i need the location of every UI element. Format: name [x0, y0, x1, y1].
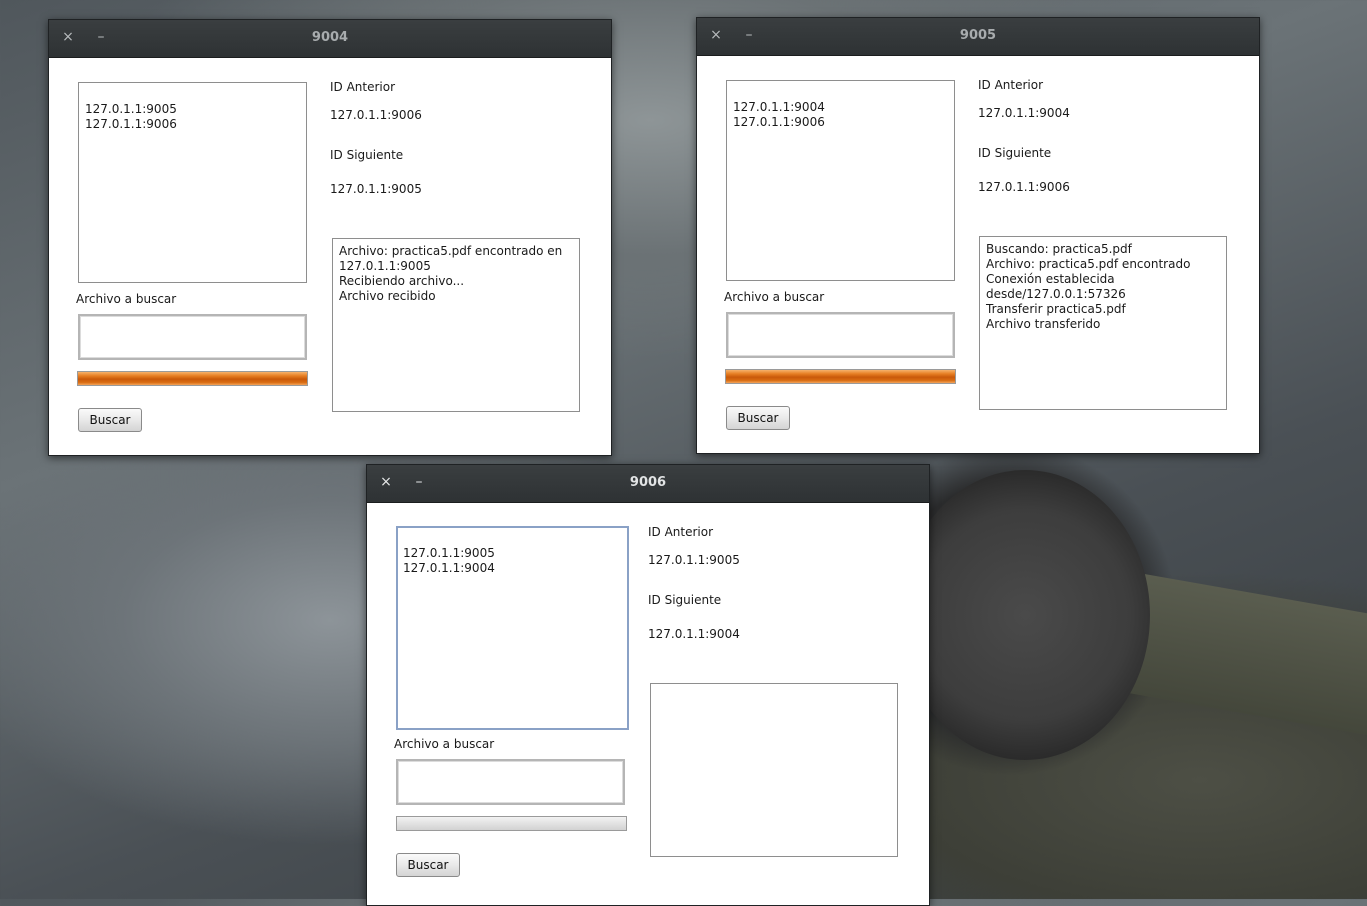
next-id-value: 127.0.1.1:9006: [978, 180, 1070, 194]
transfer-progress: [396, 816, 627, 831]
list-item[interactable]: 127.0.1.1:9005: [403, 546, 627, 561]
window-title: 9006: [629, 475, 667, 490]
titlebar[interactable]: × – 9004: [49, 20, 611, 58]
next-id-label: ID Siguiente: [330, 148, 404, 162]
file-search-label: Archivo a buscar: [394, 737, 495, 751]
list-item[interactable]: 127.0.1.1:9006: [733, 115, 954, 130]
log-line: Buscando: practica5.pdf: [986, 242, 1132, 256]
peer-list[interactable]: 127.0.1.1:9005 127.0.1.1:9006: [78, 82, 307, 283]
progress-fill: [726, 370, 955, 383]
list-item[interactable]: 127.0.1.1:9005: [85, 102, 306, 117]
log-line: Archivo: practica5.pdf encontrado en: [339, 244, 563, 258]
prev-id-label: ID Anterior: [648, 525, 714, 539]
titlebar[interactable]: × – 9005: [697, 18, 1259, 56]
next-id-value: 127.0.1.1:9004: [648, 627, 740, 641]
file-search-field[interactable]: [726, 312, 955, 358]
peer-list[interactable]: 127.0.1.1:9005 127.0.1.1:9004: [396, 526, 629, 730]
log-line: Archivo transferido: [986, 317, 1101, 331]
search-button[interactable]: Buscar: [78, 408, 142, 432]
log-line: Archivo recibido: [339, 289, 436, 303]
search-button[interactable]: Buscar: [726, 406, 790, 430]
next-id-label: ID Siguiente: [978, 146, 1052, 160]
log-area[interactable]: Archivo: practica5.pdf encontrado en 127…: [332, 238, 580, 412]
file-search-input[interactable]: [80, 316, 305, 358]
log-line: 127.0.1.1:9005: [339, 259, 431, 273]
prev-id-value: 127.0.1.1:9005: [648, 553, 740, 567]
window-9005: × – 9005 127.0.1.1:9004 127.0.1.1:9006 I…: [696, 17, 1260, 454]
titlebar[interactable]: × – 9006: [367, 465, 929, 503]
log-area[interactable]: [650, 683, 898, 857]
prev-id-label: ID Anterior: [978, 78, 1044, 92]
prev-id-label: ID Anterior: [330, 80, 396, 94]
list-item[interactable]: 127.0.1.1:9004: [733, 100, 954, 115]
next-id-value: 127.0.1.1:9005: [330, 182, 422, 196]
log-line: Conexión establecida: [986, 272, 1115, 286]
prev-id-value: 127.0.1.1:9006: [330, 108, 422, 122]
file-search-field[interactable]: [78, 314, 307, 360]
log-line: desde/127.0.0.1:57326: [986, 287, 1126, 301]
next-id-label: ID Siguiente: [648, 593, 722, 607]
prev-id-value: 127.0.1.1:9004: [978, 106, 1070, 120]
transfer-progress: [725, 369, 956, 384]
search-button[interactable]: Buscar: [396, 853, 460, 877]
log-line: Archivo: practica5.pdf encontrado: [986, 257, 1191, 271]
window-title: 9004: [311, 30, 349, 45]
file-search-label: Archivo a buscar: [76, 292, 177, 306]
window-9006: × – 9006 127.0.1.1:9005 127.0.1.1:9004 I…: [366, 464, 930, 906]
peer-list[interactable]: 127.0.1.1:9004 127.0.1.1:9006: [726, 80, 955, 281]
file-search-field[interactable]: [396, 759, 625, 805]
file-search-input[interactable]: [398, 761, 623, 803]
progress-fill: [78, 372, 307, 385]
log-line: Transferir practica5.pdf: [986, 302, 1126, 316]
list-item[interactable]: 127.0.1.1:9004: [403, 561, 627, 576]
file-search-label: Archivo a buscar: [724, 290, 825, 304]
file-search-input[interactable]: [728, 314, 953, 356]
transfer-progress: [77, 371, 308, 386]
log-area[interactable]: Buscando: practica5.pdf Archivo: practic…: [979, 236, 1227, 410]
window-9004: × – 9004 127.0.1.1:9005 127.0.1.1:9006 I…: [48, 19, 612, 456]
list-item[interactable]: 127.0.1.1:9006: [85, 117, 306, 132]
log-line: Recibiendo archivo...: [339, 274, 465, 288]
wallpaper-watch: [900, 470, 1150, 760]
window-title: 9005: [959, 28, 997, 43]
